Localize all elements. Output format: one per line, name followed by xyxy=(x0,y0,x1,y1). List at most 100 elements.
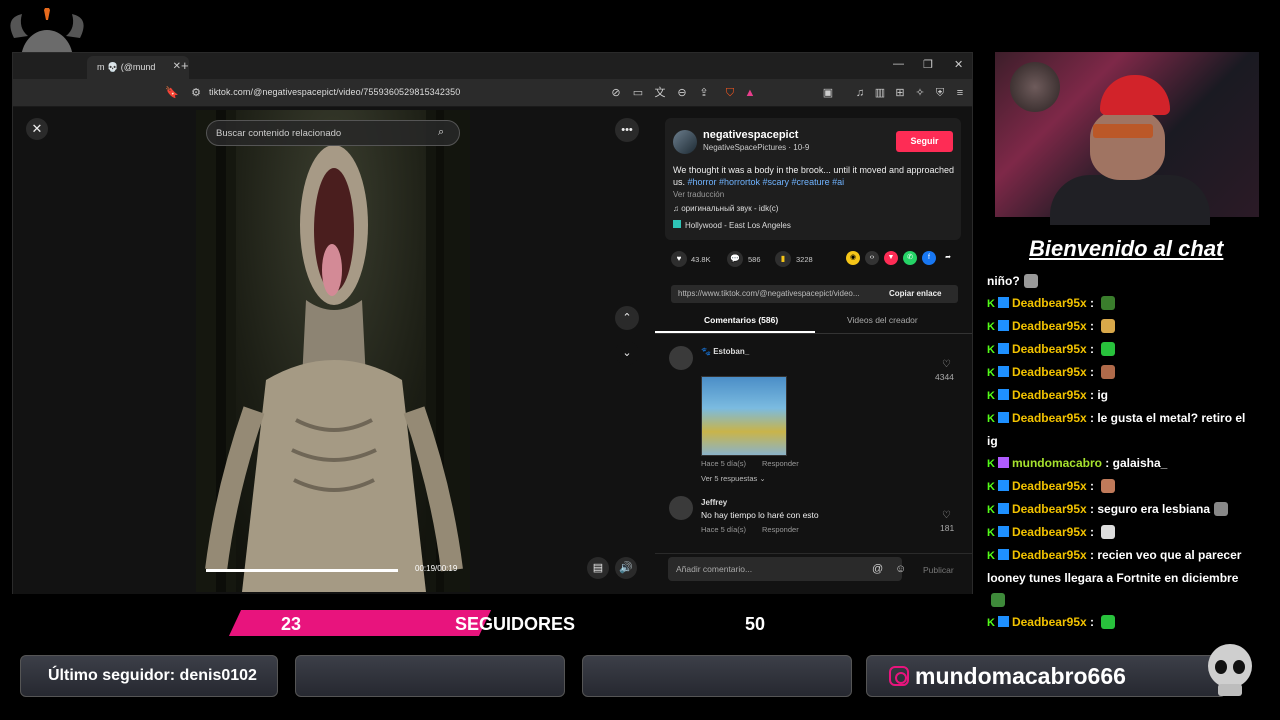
captions-icon[interactable]: ▤ xyxy=(587,557,609,579)
view-replies-link[interactable]: Ver 5 respuestas ⌄ xyxy=(701,474,766,483)
chat-username[interactable]: mundomacabro xyxy=(1012,456,1102,470)
vpn-icon[interactable]: ⛨ xyxy=(933,86,947,100)
music-icon[interactable]: ♫ xyxy=(853,86,867,100)
chat-panel: niño? K Deadbear95x : K Deadbear95x : K Dea… xyxy=(987,270,1263,634)
chat-username[interactable]: Deadbear95x xyxy=(1012,479,1087,493)
chat-username[interactable]: Deadbear95x xyxy=(1012,365,1087,379)
chat-username[interactable]: Deadbear95x xyxy=(1012,296,1087,310)
chat-message: K Deadbear95x : seguro era lesbiana xyxy=(987,498,1263,521)
chat-separator: : xyxy=(1086,365,1098,379)
chat-message-text: galaisha_ xyxy=(1112,456,1168,470)
close-window-icon[interactable]: ✕ xyxy=(954,58,963,71)
chat-username[interactable]: Deadbear95x xyxy=(1012,548,1087,562)
related-search-input[interactable]: Buscar contenido relacionado xyxy=(206,120,460,146)
chat-message: looney tunes llegara a Fortnite en dicie… xyxy=(987,567,1263,589)
send-icon[interactable]: ▼ xyxy=(884,251,898,265)
hashtags[interactable]: #horror #horrortok #scary #creature #ai xyxy=(688,177,845,187)
chat-message: K Deadbear95x : xyxy=(987,475,1263,498)
embed-icon[interactable]: ‹› xyxy=(865,251,879,265)
empty-panel xyxy=(582,655,852,697)
bookmark-icon[interactable]: 🔖 xyxy=(165,86,179,100)
translate-link[interactable]: Ver traducción xyxy=(673,190,724,199)
comment-author[interactable]: Jeffrey xyxy=(701,498,727,507)
sound-link[interactable]: ♫ оригинальный звук - idk(c) xyxy=(673,204,778,213)
volume-icon[interactable]: 🔊 xyxy=(615,557,637,579)
search-icon[interactable]: ⌕ xyxy=(438,126,444,139)
creator-avatar[interactable] xyxy=(673,130,697,154)
comment-like-icon[interactable]: ♡ xyxy=(942,510,951,521)
whatsapp-icon[interactable]: ✆ xyxy=(903,251,917,265)
zoom-icon[interactable]: ⊖ xyxy=(675,86,689,100)
reply-button[interactable]: Responder xyxy=(762,459,799,468)
user-badge-icon xyxy=(997,616,1009,627)
facebook-icon[interactable]: f xyxy=(922,251,936,265)
followers-current: 23 xyxy=(281,614,302,634)
comment-icon[interactable]: 💬 xyxy=(727,251,743,267)
brave-shield-icon[interactable]: ⛉ xyxy=(723,86,737,100)
share-icon[interactable]: ⇪ xyxy=(697,86,711,100)
chat-emote-icon xyxy=(1023,274,1038,288)
chat-username[interactable]: Deadbear95x xyxy=(1012,388,1087,402)
next-video-icon[interactable]: ⌄ xyxy=(615,341,639,365)
chat-username[interactable]: Deadbear95x xyxy=(1012,525,1087,539)
location-link[interactable]: Hollywood - East Los Angeles xyxy=(673,220,791,230)
mention-icon[interactable]: @ xyxy=(872,563,883,575)
creator-username[interactable]: negativespacepict xyxy=(703,129,798,141)
extensions-icon[interactable]: ⊞ xyxy=(893,86,907,100)
chat-message: K Deadbear95x : ig xyxy=(987,384,1263,407)
user-badge-icon xyxy=(997,320,1009,331)
follow-button[interactable]: Seguir xyxy=(896,131,953,152)
chat-username[interactable]: Deadbear95x xyxy=(1012,502,1087,516)
ai-icon[interactable]: ✧ xyxy=(913,86,927,100)
video-progress-bar[interactable] xyxy=(206,569,398,572)
tab-comments[interactable]: Comentarios (586) xyxy=(704,315,778,325)
close-tab-icon[interactable]: ✕ xyxy=(173,61,181,72)
comment-author[interactable]: 🐾 Estoban_ xyxy=(701,347,749,356)
forward-icon[interactable]: ➦ xyxy=(941,251,955,265)
kick-badge-icon: K xyxy=(987,504,995,516)
video-player[interactable] xyxy=(196,110,470,592)
menu-icon[interactable]: ≡ xyxy=(953,86,967,100)
comment-like-icon[interactable]: ♡ xyxy=(942,359,951,370)
video-link[interactable]: https://www.tiktok.com/@negativespacepic… xyxy=(678,289,860,298)
save-icon[interactable]: ▮ xyxy=(775,251,791,267)
commenter-avatar[interactable] xyxy=(669,346,693,370)
reply-button[interactable]: Responder xyxy=(762,525,799,534)
chat-message: K Deadbear95x : xyxy=(987,292,1263,315)
streamer-body xyxy=(1050,175,1210,225)
previous-video-icon[interactable]: ⌃ xyxy=(615,306,639,330)
url-field[interactable]: tiktok.com/@negativespacepict/video/7559… xyxy=(209,87,460,97)
chat-separator: : xyxy=(1086,615,1098,629)
chat-username[interactable]: Deadbear95x xyxy=(1012,615,1087,629)
reader-icon[interactable]: ⊘ xyxy=(609,86,623,100)
coin-icon[interactable]: ◉ xyxy=(846,251,860,265)
restore-icon[interactable]: ❐ xyxy=(923,58,933,71)
more-options-icon[interactable]: ••• xyxy=(615,118,639,142)
translate-icon[interactable]: 文 xyxy=(653,86,667,100)
close-video-icon[interactable]: ✕ xyxy=(26,118,48,140)
chat-username[interactable]: Deadbear95x xyxy=(1012,342,1087,356)
user-badge-icon xyxy=(997,297,1009,308)
tab-creator-videos[interactable]: Videos del creador xyxy=(847,315,918,325)
rewards-icon[interactable]: ▲ xyxy=(743,86,757,100)
chat-username[interactable]: Deadbear95x xyxy=(1012,411,1087,425)
cast-icon[interactable]: ▭ xyxy=(631,86,645,100)
sidebar-icon[interactable]: ▥ xyxy=(873,86,887,100)
save-count: 3228 xyxy=(796,255,813,264)
minimize-icon[interactable]: — xyxy=(893,58,904,70)
comment-gif-image[interactable] xyxy=(701,376,787,456)
chat-emote-icon xyxy=(991,593,1005,607)
chat-message: ig xyxy=(987,430,1263,452)
copy-link-button[interactable]: Copiar enlace xyxy=(889,289,941,298)
user-badge-icon xyxy=(997,389,1009,400)
browser-tab[interactable]: m 💀 (@mund ✕ xyxy=(87,56,189,79)
new-tab-icon[interactable]: + xyxy=(181,58,189,73)
emoji-icon[interactable]: ☺ xyxy=(895,563,906,575)
comment-input[interactable]: Añadir comentario... xyxy=(668,557,902,581)
site-info-icon[interactable]: ⚙ xyxy=(189,86,203,100)
chat-username[interactable]: Deadbear95x xyxy=(1012,319,1087,333)
wallet-icon[interactable]: ▣ xyxy=(821,86,835,100)
like-icon[interactable]: ♥ xyxy=(671,251,687,267)
publish-button[interactable]: Publicar xyxy=(923,565,954,575)
commenter-avatar[interactable] xyxy=(669,496,693,520)
